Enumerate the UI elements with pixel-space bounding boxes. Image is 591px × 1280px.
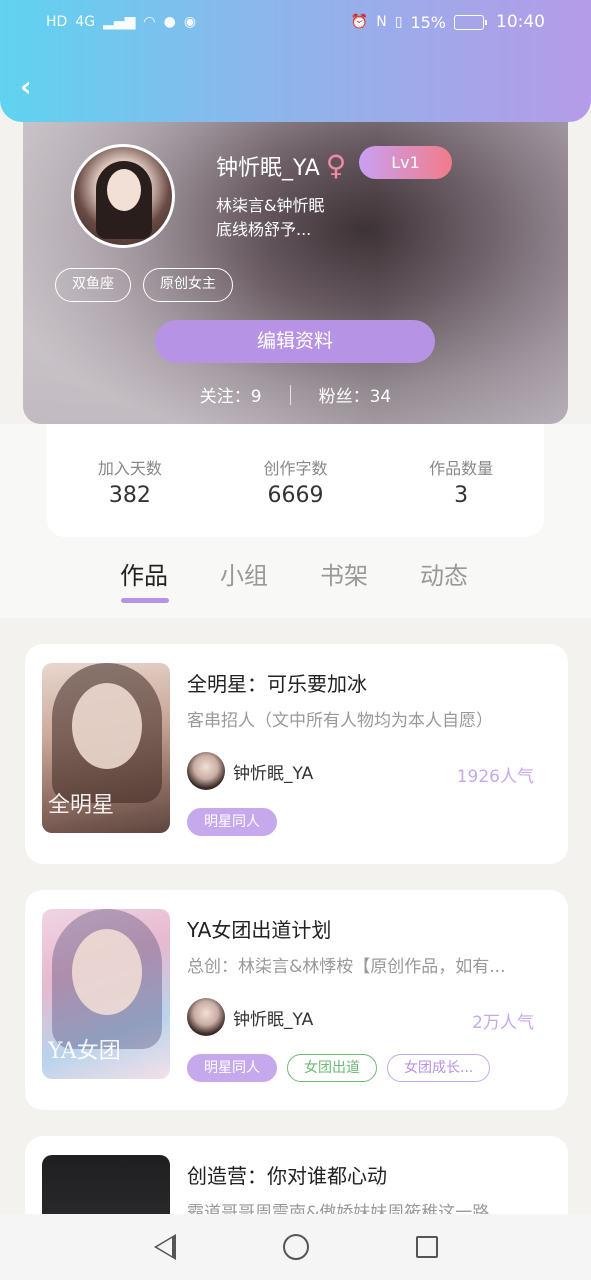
stat-label: 加入天数 (97, 459, 162, 478)
4g-icon: 4G (75, 14, 96, 30)
divider (289, 384, 291, 405)
follow-stats: 关注：9 粉丝：34 (23, 382, 568, 407)
tab-works[interactable]: 作品 (120, 556, 168, 591)
vibrate-icon: ▯ (394, 14, 403, 30)
followers-count[interactable]: 粉丝：34 (319, 382, 392, 407)
nav-home-icon[interactable] (282, 1234, 309, 1260)
wechat-icon: ● (163, 14, 176, 30)
tag-original[interactable]: 原创女主 (143, 268, 233, 302)
cover-title: YA女团 (48, 1039, 121, 1064)
stat-value: 6669 (267, 483, 324, 508)
work-description: 客串招人（文中所有人物均为本人自愿） (187, 711, 493, 731)
level-badge: Lv1 (359, 146, 452, 179)
bio-line-2: 底线杨舒予... (216, 220, 312, 239)
author-avatar (187, 998, 225, 1036)
profile-tags: 双鱼座 原创女主 (55, 268, 233, 302)
work-card[interactable]: 全明星 全明星：可乐要加冰 客串招人（文中所有人物均为本人自愿） 钟忻眠_YA … (25, 644, 568, 864)
alarm-icon: ⏰ (350, 14, 369, 30)
nav-recents-icon[interactable] (415, 1236, 438, 1258)
popularity: 1926人气 (456, 767, 534, 787)
status-bar: HD 4G ▂▄▆ ◠ ● ◉ ⏰ N ▯ 15% 10:40 (0, 0, 591, 44)
author-name: 钟忻眠_YA (233, 763, 314, 784)
female-icon: ♀ (325, 149, 347, 182)
tab-groups[interactable]: 小组 (220, 556, 268, 591)
work-description: 总创：林柒言&林悸桉【原创作品，如有... (187, 957, 506, 977)
author-name: 钟忻眠_YA (233, 1009, 314, 1030)
stat-work-count: 作品数量 3 (386, 455, 536, 508)
stats-panel: 加入天数 382 创作字数 6669 作品数量 3 (47, 424, 544, 537)
work-title[interactable]: 创造营：你对谁都心动 (187, 1160, 387, 1189)
work-title[interactable]: YA女团出道计划 (187, 914, 331, 943)
chevron-left-icon: ‹ (20, 70, 32, 103)
work-title[interactable]: 全明星：可乐要加冰 (187, 668, 367, 697)
username-text: 钟忻眠_YA (216, 156, 320, 181)
bio: 林柒言&钟忻眠 底线杨舒予... (216, 194, 416, 242)
browser-icon: ◉ (183, 14, 197, 30)
tab-bookshelf[interactable]: 书架 (320, 556, 368, 591)
tab-indicator (121, 598, 169, 603)
stat-label: 创作字数 (263, 459, 328, 478)
clock: 10:40 (496, 12, 545, 32)
stat-word-count: 创作字数 6669 (220, 455, 370, 508)
edit-profile-button[interactable]: 编辑资料 (155, 320, 435, 363)
stat-value: 3 (454, 483, 469, 508)
content-tabs: 作品 小组 书架 动态 (0, 552, 591, 608)
battery-icon (454, 14, 487, 30)
back-button[interactable]: ‹ (20, 72, 44, 102)
stat-join-days: 加入天数 382 (55, 455, 205, 508)
work-cover[interactable]: 全明星 (42, 663, 170, 833)
username: 钟忻眠_YA ♀ (216, 150, 346, 182)
avatar[interactable] (71, 144, 175, 248)
work-card[interactable]: YA女团 YA女团出道计划 总创：林柒言&林悸桉【原创作品，如有... 钟忻眠_… (25, 890, 568, 1110)
bio-line-1: 林柒言&钟忻眠 (216, 196, 325, 215)
work-cover[interactable]: YA女团 (42, 909, 170, 1079)
work-author[interactable]: 钟忻眠_YA (187, 998, 313, 1036)
wifi-icon: ◠ (143, 14, 156, 30)
stat-value: 382 (108, 483, 151, 508)
cover-title: 全明星 (48, 793, 115, 818)
signal-icon: ▂▄▆ (103, 14, 136, 30)
following-count[interactable]: 关注：9 (200, 382, 262, 407)
tag-chip[interactable]: 明星同人 (187, 1054, 277, 1082)
tab-activity[interactable]: 动态 (420, 556, 468, 591)
work-tags: 明星同人 (187, 808, 277, 836)
tag-chip[interactable]: 明星同人 (187, 808, 277, 836)
tag-zodiac[interactable]: 双鱼座 (55, 268, 131, 302)
work-author[interactable]: 钟忻眠_YA (187, 752, 313, 790)
popularity: 2万人气 (472, 1013, 534, 1033)
battery-percent: 15% (410, 12, 446, 32)
nav-back-icon[interactable] (153, 1234, 176, 1260)
tag-chip[interactable]: 女团出道 (287, 1054, 377, 1082)
hd-icon: HD (46, 14, 68, 30)
author-avatar (187, 752, 225, 790)
work-tags: 明星同人 女团出道 女团成长... (187, 1054, 491, 1082)
profile-card: 钟忻眠_YA ♀ Lv1 林柒言&钟忻眠 底线杨舒予... 双鱼座 原创女主 编… (23, 100, 568, 424)
nfc-icon: N (376, 14, 387, 30)
tag-chip[interactable]: 女团成长... (387, 1054, 491, 1082)
system-nav-bar (0, 1214, 591, 1280)
stat-label: 作品数量 (429, 459, 494, 478)
